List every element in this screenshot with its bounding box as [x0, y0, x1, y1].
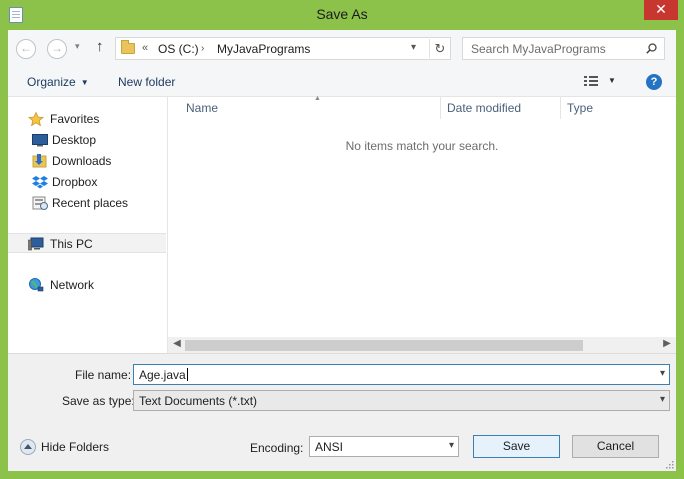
- organize-label: Organize: [27, 75, 76, 89]
- column-header-name[interactable]: Name: [186, 101, 218, 121]
- breadcrumb-overflow[interactable]: «: [142, 42, 148, 54]
- recent-places-icon: [32, 196, 48, 210]
- new-folder-button[interactable]: New folder: [118, 75, 175, 89]
- column-header-type[interactable]: Type: [567, 101, 593, 121]
- back-button[interactable]: ←: [16, 39, 36, 59]
- this-pc-icon: [28, 237, 44, 251]
- scroll-right-icon[interactable]: ▶: [660, 338, 674, 349]
- column-divider[interactable]: [440, 97, 441, 119]
- save-as-window: Save As ✕ ← → ▾ ↑ « OS (C:) › MyJavaProg…: [0, 0, 684, 479]
- hide-folders-label: Hide Folders: [41, 440, 110, 454]
- encoding-select[interactable]: ANSI ▾: [309, 436, 459, 457]
- forward-button[interactable]: →: [47, 39, 67, 59]
- file-list[interactable]: ▲ Name Date modified Type No items match…: [168, 95, 676, 353]
- navigation-pane: Favorites Desktop Downloads Dropbox Rece…: [8, 97, 168, 353]
- horizontal-scrollbar[interactable]: ◀ ▶: [168, 337, 676, 353]
- nav-item-downloads[interactable]: Downloads: [8, 151, 166, 171]
- resize-grip-icon[interactable]: [664, 459, 674, 469]
- file-name-text: Age.java: [139, 368, 186, 382]
- nav-item-label: Downloads: [52, 154, 112, 168]
- chevron-down-icon[interactable]: ▾: [660, 368, 665, 379]
- dropbox-icon: [32, 176, 48, 189]
- help-icon[interactable]: ?: [646, 74, 662, 90]
- breadcrumb-folder[interactable]: MyJavaPrograms: [217, 42, 310, 56]
- chevron-down-icon[interactable]: ▾: [449, 440, 454, 451]
- breadcrumb-drive[interactable]: OS (C:): [158, 42, 199, 56]
- file-name-field[interactable]: Age.java ▾: [133, 364, 670, 385]
- nav-item-this-pc[interactable]: This PC: [8, 233, 166, 253]
- window-title: Save As: [316, 6, 368, 22]
- nav-item-dropbox[interactable]: Dropbox: [8, 172, 166, 192]
- scroll-left-icon[interactable]: ◀: [170, 338, 184, 349]
- nav-item-label: Recent places: [52, 196, 129, 210]
- chevron-down-icon: ▼: [80, 78, 89, 87]
- file-name-label: File name:: [75, 368, 132, 382]
- navigation-row: ← → ▾ ↑ « OS (C:) › MyJavaPrograms ▾ ↻ S…: [8, 30, 676, 67]
- save-type-value: Text Documents (*.txt): [139, 394, 258, 408]
- nav-item-network[interactable]: Network: [8, 275, 166, 295]
- address-dropdown[interactable]: ▾: [411, 42, 416, 53]
- text-cursor: [186, 368, 188, 381]
- star-icon: [28, 112, 44, 126]
- downloads-icon: [32, 154, 47, 168]
- nav-item-label: Desktop: [52, 133, 97, 147]
- encoding-label: Encoding:: [250, 441, 304, 455]
- file-name-value[interactable]: Age.java: [139, 368, 188, 382]
- save-type-label: Save as type:: [62, 394, 135, 408]
- empty-message: No items match your search.: [345, 139, 499, 153]
- column-header-date-modified[interactable]: Date modified: [447, 101, 521, 121]
- search-box[interactable]: Search MyJavaPrograms: [462, 37, 665, 60]
- collapse-icon: [20, 439, 36, 455]
- title-bar[interactable]: Save As ✕: [0, 0, 684, 30]
- nav-item-label: Network: [50, 278, 95, 292]
- nav-item-label: This PC: [50, 237, 93, 251]
- nav-item-recent-places[interactable]: Recent places: [8, 193, 166, 213]
- close-button[interactable]: ✕: [644, 0, 678, 20]
- command-toolbar: Organize ▼ New folder ▼ ?: [8, 67, 676, 97]
- nav-item-label: Dropbox: [52, 175, 98, 189]
- search-icon[interactable]: [646, 43, 657, 54]
- breadcrumb-separator[interactable]: ›: [201, 43, 204, 54]
- organize-menu[interactable]: Organize ▼: [27, 75, 89, 89]
- sort-indicator-icon: ▲: [314, 95, 321, 102]
- cancel-button[interactable]: Cancel: [572, 435, 659, 458]
- search-input[interactable]: Search MyJavaPrograms: [471, 42, 606, 56]
- view-options-dropdown[interactable]: ▼: [608, 76, 616, 85]
- dialog-client: ← → ▾ ↑ « OS (C:) › MyJavaPrograms ▾ ↻ S…: [8, 30, 676, 471]
- change-view-icon[interactable]: [584, 76, 598, 87]
- save-form: File name: Age.java ▾ Save as type: Text…: [8, 353, 676, 471]
- recent-locations-dropdown[interactable]: ▾: [75, 41, 85, 52]
- save-button[interactable]: Save: [473, 435, 560, 458]
- column-divider[interactable]: [560, 97, 561, 119]
- refresh-button[interactable]: ↻: [429, 39, 450, 58]
- desktop-icon: [32, 134, 48, 147]
- address-bar[interactable]: « OS (C:) › MyJavaPrograms ▾ ↻: [115, 37, 451, 60]
- nav-item-favorites[interactable]: Favorites: [8, 109, 166, 129]
- network-icon: [29, 278, 44, 292]
- encoding-value: ANSI: [315, 440, 344, 454]
- nav-item-desktop[interactable]: Desktop: [8, 130, 166, 150]
- folder-icon: [121, 40, 135, 54]
- chevron-down-icon[interactable]: ▾: [660, 394, 665, 405]
- up-button[interactable]: ↑: [96, 38, 104, 55]
- scrollbar-thumb[interactable]: [185, 340, 583, 351]
- nav-item-label: Favorites: [50, 112, 100, 126]
- save-type-select[interactable]: Text Documents (*.txt) ▾: [133, 390, 670, 411]
